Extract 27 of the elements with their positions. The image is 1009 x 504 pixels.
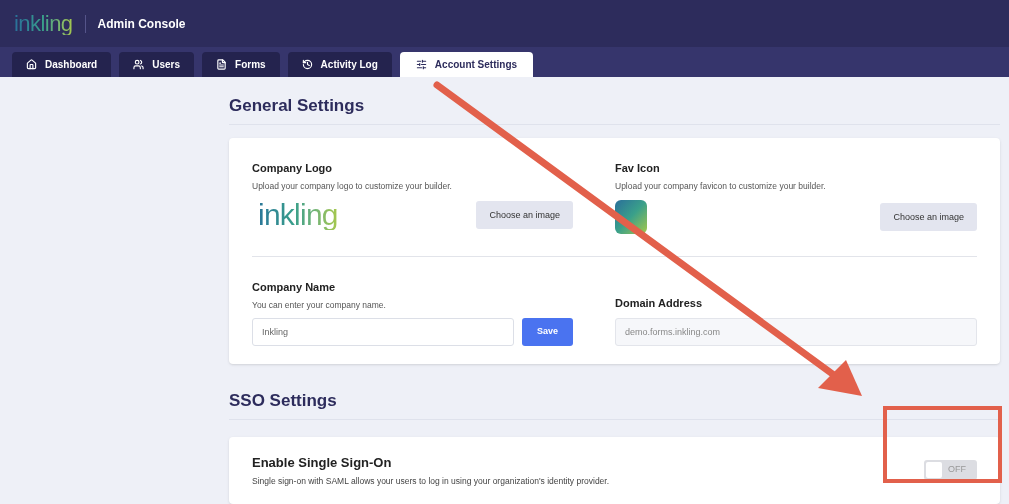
- nav-tab[interactable]: Dashboard: [12, 52, 112, 77]
- field-title: Enable Single Sign-On: [252, 453, 393, 472]
- choose-image-button[interactable]: Choose an image: [476, 201, 573, 230]
- field-description: Single sign-on with SAML allows your users to log in using your organization's identity provider.: [252, 475, 610, 488]
- document-icon: [216, 59, 228, 70]
- history-icon: [301, 59, 313, 70]
- toggle-reading: OFF: [948, 463, 966, 477]
- field-description: Upload your company logo to customize your builder.: [252, 179, 453, 193]
- section-heading: General Settings: [229, 97, 1000, 125]
- field-title: Domain Address: [615, 296, 703, 311]
- company-name-field[interactable]: Inkling: [252, 317, 514, 346]
- choose-image-button[interactable]: Choose an image: [880, 203, 977, 232]
- nav-tab[interactable]: Users: [119, 52, 195, 77]
- save-button[interactable]: Save: [521, 317, 573, 346]
- nav-tab[interactable]: Activity Log: [287, 52, 392, 77]
- field-title: Fav Icon: [615, 161, 661, 176]
- nav-tab[interactable]: Account Settings: [399, 52, 534, 77]
- home-icon: [26, 59, 37, 70]
- app-title: Admin Console: [97, 15, 186, 33]
- sliders-icon: [415, 59, 427, 70]
- field-description: Upload your company favicon to customize your builder.: [615, 179, 827, 193]
- field-description: You can enter your company name.: [252, 298, 387, 312]
- field-title: Company Name: [252, 280, 337, 296]
- field-title: Company Logo: [252, 161, 334, 176]
- app-logo: inkling: [14, 12, 73, 35]
- users-icon: [133, 59, 145, 70]
- nav-tab[interactable]: Forms: [202, 52, 280, 77]
